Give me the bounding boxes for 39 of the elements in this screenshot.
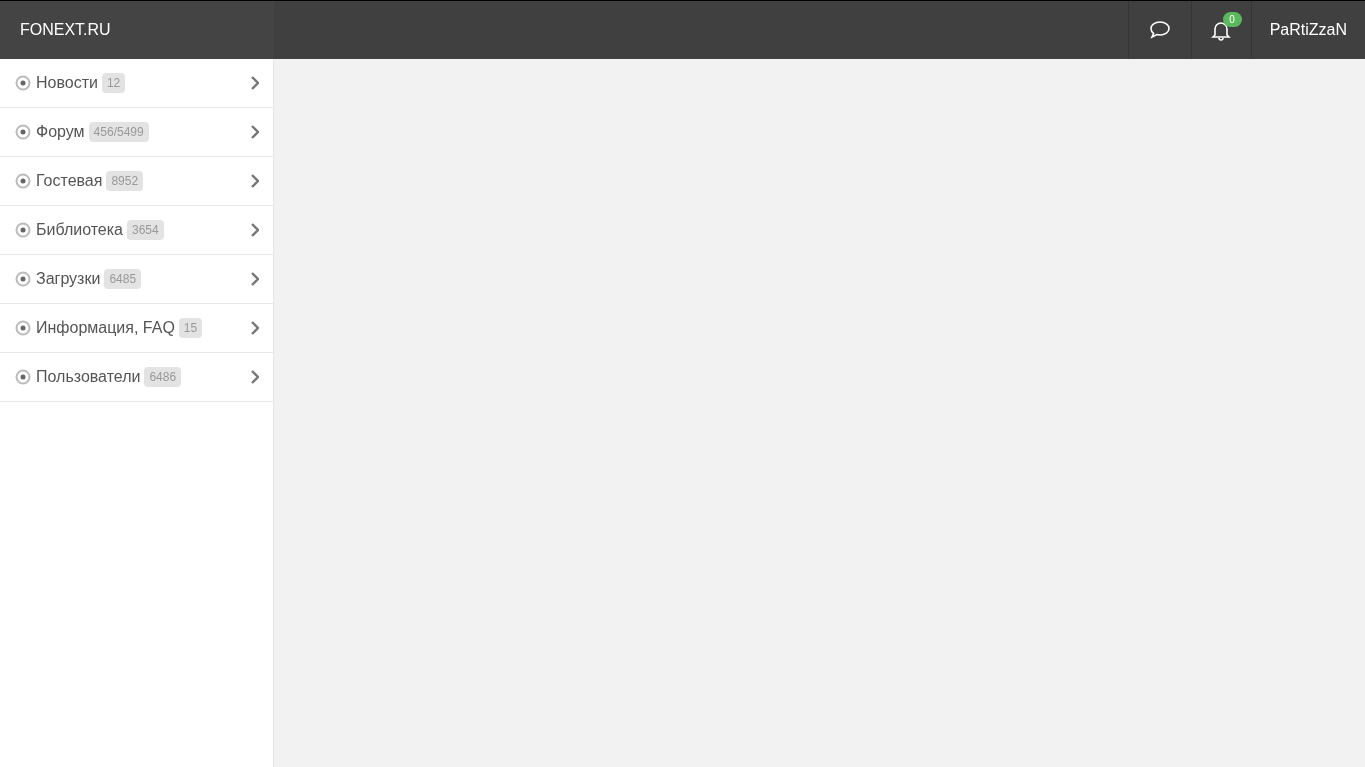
menu-label: Загрузки	[36, 269, 101, 289]
chevron-right-icon	[250, 370, 259, 384]
chevron-right-icon	[250, 223, 259, 237]
radio-dot-icon	[15, 173, 31, 189]
radio-dot-icon	[15, 369, 31, 385]
count-badge: 3654	[127, 220, 164, 240]
menu-label: Информация, FAQ	[36, 318, 175, 338]
chevron-right-icon	[250, 76, 259, 90]
chevron-right-icon	[250, 272, 259, 286]
menu-label: Библиотека	[36, 220, 123, 240]
menu-label: Пользователи	[36, 367, 141, 387]
radio-dot-icon	[15, 124, 31, 140]
radio-dot-icon	[15, 75, 31, 91]
radio-dot-icon	[15, 271, 31, 287]
count-badge: 6485	[104, 269, 142, 289]
notification-count-badge: 0	[1222, 12, 1242, 27]
count-badge: 6486	[144, 367, 182, 387]
chat-bubble-icon	[1148, 20, 1171, 40]
count-badge: 456/5499	[88, 122, 149, 142]
menu-item[interactable]: Новости 12	[0, 59, 273, 108]
chevron-right-icon	[250, 174, 259, 188]
menu-item[interactable]: Информация, FAQ 15	[0, 304, 273, 353]
menu-item[interactable]: Загрузки 6485	[0, 255, 273, 304]
menu-item[interactable]: Пользователи 6486	[0, 353, 273, 402]
menu-label: Гостевая	[36, 171, 103, 191]
user-name-link[interactable]: PaRtiZzaN	[1250, 1, 1365, 59]
chevron-right-icon	[250, 321, 259, 335]
menu-label: Форум	[36, 122, 85, 142]
menu-label: Новости	[36, 73, 98, 93]
count-badge: 15	[178, 318, 203, 338]
menu-item[interactable]: Библиотека 3654	[0, 206, 273, 255]
radio-dot-icon	[15, 320, 31, 336]
site-logo[interactable]: FONEXT.RU	[20, 18, 111, 42]
count-badge: 12	[101, 73, 126, 93]
menu-item[interactable]: Форум 456/5499	[0, 108, 273, 157]
radio-dot-icon	[15, 222, 31, 238]
count-badge: 8952	[106, 171, 144, 191]
menu-item[interactable]: Гостевая 8952	[0, 157, 273, 206]
chevron-right-icon	[250, 125, 259, 139]
